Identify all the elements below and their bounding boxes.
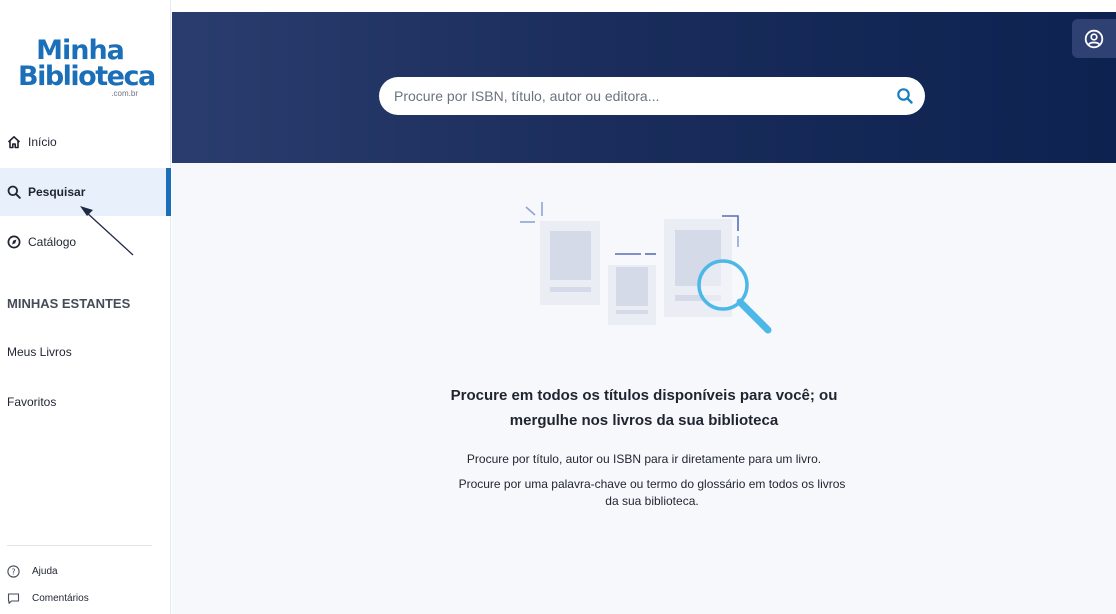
sidebar: Minha Biblioteca .com.br Início Pesquisa… (0, 0, 171, 614)
shelf-link-favoritos[interactable]: Favoritos (7, 395, 56, 409)
logo[interactable]: Minha Biblioteca .com.br (18, 37, 156, 102)
nav-item-label: Pesquisar (28, 185, 86, 199)
search-illustration (520, 202, 772, 334)
search-input[interactable] (394, 88, 874, 104)
comments-label: Comentários (32, 593, 89, 604)
nav-item-pesquisar[interactable]: Pesquisar (0, 168, 171, 216)
shelf-link-meus-livros[interactable]: Meus Livros (7, 345, 72, 359)
comments-link[interactable]: Comentários (7, 592, 89, 605)
headline-line1: Procure em todos os títulos disponíveis … (450, 387, 838, 404)
svg-text:?: ? (11, 567, 15, 576)
help-icon: ? (7, 565, 20, 578)
catalog-icon (7, 235, 21, 249)
nav-item-label: Catálogo (28, 235, 77, 249)
description-2: Procure por uma palavra-chave ou termo d… (458, 477, 846, 508)
help-label: Ajuda (32, 566, 58, 577)
search-icon (7, 185, 21, 199)
user-account-button[interactable] (1072, 19, 1116, 58)
nav-item-inicio[interactable]: Início (0, 118, 171, 166)
sidebar-divider (7, 545, 152, 546)
section-title-minhas-estantes: MINHAS ESTANTES (7, 296, 131, 311)
comment-icon (7, 592, 20, 605)
help-link[interactable]: ? Ajuda (7, 565, 58, 578)
description-1: Procure por título, autor ou ISBN para i… (466, 452, 822, 466)
search-bar (379, 77, 925, 115)
nav-item-catalogo[interactable]: Catálogo (0, 218, 171, 266)
home-icon (7, 135, 21, 149)
nav-item-label: Início (28, 135, 57, 149)
search-icon (897, 88, 913, 104)
user-icon (1084, 29, 1104, 48)
logo-line2: Biblioteca (18, 61, 156, 92)
headline-line2: mergulhe nos livros da sua biblioteca (509, 412, 779, 429)
header-banner (172, 12, 1116, 163)
search-button[interactable] (895, 86, 915, 106)
main-content: Procure em todos os títulos disponíveis … (172, 163, 1116, 614)
